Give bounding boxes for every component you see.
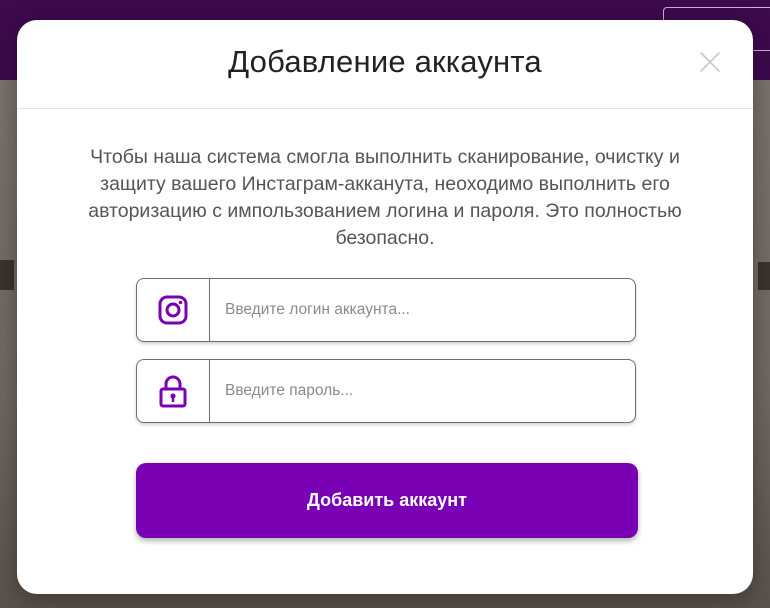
instagram-icon	[137, 279, 210, 341]
add-account-modal: Добавление аккаунта Чтобы наша система с…	[17, 20, 753, 594]
background-content-fragment	[758, 262, 770, 290]
modal-description: Чтобы наша система смогла выполнить скан…	[88, 146, 682, 249]
login-input[interactable]	[210, 279, 635, 341]
password-input[interactable]	[210, 360, 635, 422]
add-account-button[interactable]: Добавить аккаунт	[136, 463, 638, 538]
lock-icon	[137, 360, 210, 422]
modal-title: Добавление аккаунта	[228, 44, 542, 79]
login-field	[136, 278, 636, 342]
background-content-fragment	[0, 260, 14, 290]
modal-header: Добавление аккаунта	[17, 20, 753, 109]
close-icon[interactable]	[699, 51, 721, 73]
password-field	[136, 359, 636, 423]
